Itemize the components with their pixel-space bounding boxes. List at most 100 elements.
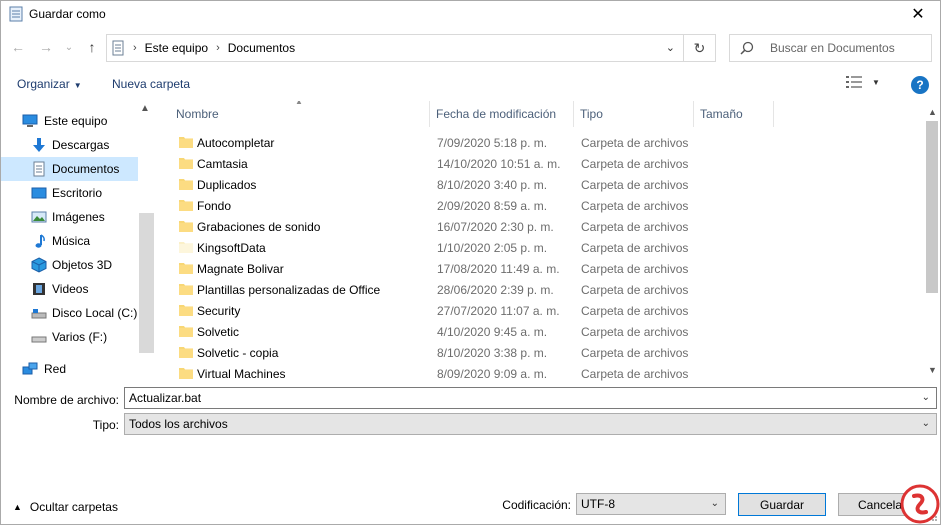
file-type: Carpeta de archivos [581, 303, 689, 318]
sidebar-item-label: Descargas [52, 138, 110, 152]
back-button[interactable]: ← [9, 38, 27, 56]
navigation-bar: ← → ⌄ ↑ › Este equipo › Documentos ⌄ ↻ [1, 32, 940, 64]
table-row[interactable]: Magnate Bolivar 17/08/2020 11:49 a. m. Car… [164, 258, 924, 279]
file-type: Carpeta de archivos [581, 324, 689, 339]
folder-icon [179, 326, 193, 337]
chevron-down-icon: ⌄ [710, 498, 719, 509]
table-row[interactable]: KingsoftData 1/10/2020 2:05 p. m. Carpeta … [164, 237, 924, 258]
file-date: 7/09/2020 5:18 p. m. [437, 135, 548, 150]
address-bar[interactable]: › Este equipo › Documentos ⌄ [106, 34, 684, 62]
drive-icon [31, 309, 47, 319]
new-folder-button[interactable]: Nueva carpeta [112, 77, 190, 91]
file-type: Carpeta de archivos [581, 261, 689, 276]
file-type: Carpeta de archivos [581, 240, 689, 255]
search-box[interactable] [729, 34, 932, 62]
pictures-icon [31, 211, 47, 223]
search-input[interactable] [770, 41, 930, 55]
window-title: Guardar como [29, 7, 106, 21]
chevron-down-icon: ⌄ [64, 41, 74, 53]
resize-grip-icon[interactable] [928, 512, 938, 522]
sidebar-scrollbar[interactable] [139, 213, 154, 353]
sidebar-item-desktop[interactable]: Escritorio [1, 181, 138, 205]
hide-folders-label: Ocultar carpetas [29, 500, 118, 514]
scroll-up-icon[interactable]: ▲ [928, 107, 937, 117]
file-date: 8/10/2020 3:38 p. m. [437, 345, 548, 360]
close-button[interactable]: ✕ [896, 1, 940, 27]
encoding-label: Codificación: [502, 498, 571, 512]
file-list-scrollbar[interactable]: ▲ ▼ [924, 101, 940, 383]
breadcrumb-documents[interactable]: Documentos [228, 41, 295, 55]
table-row[interactable]: Solvetic - copia 8/10/2020 3:38 p. m. Carp… [164, 342, 924, 363]
table-row[interactable]: Plantillas personalizadas de Office 28/06… [164, 279, 924, 300]
encoding-select[interactable]: UTF-8 ⌄ [576, 493, 726, 515]
file-date: 1/10/2020 2:05 p. m. [437, 240, 548, 255]
command-toolbar: Organizar ▼ Nueva carpeta ▼ ? [1, 72, 940, 98]
save-button[interactable]: Guardar [738, 493, 826, 516]
table-row[interactable]: Autocompletar 7/09/2020 5:18 p. m. Carpeta… [164, 132, 924, 153]
sidebar-item-downloads[interactable]: Descargas [1, 133, 138, 157]
filename-field[interactable]: Actualizar.bat ⌄ [124, 387, 937, 409]
recent-locations-button[interactable]: ⌄ [63, 38, 75, 56]
breadcrumb-separator: › [133, 42, 137, 54]
objects3d-icon [31, 257, 47, 273]
file-name: Autocompletar [197, 135, 275, 150]
column-header-date[interactable]: Fecha de modificación [430, 101, 574, 127]
sidebar-item-this-pc[interactable]: Este equipo [1, 109, 138, 133]
close-icon: ✕ [911, 6, 925, 23]
column-header-type[interactable]: Tipo [574, 101, 694, 127]
folder-icon [179, 368, 193, 379]
table-row[interactable]: Duplicados 8/10/2020 3:40 p. m. Carpeta de… [164, 174, 924, 195]
up-button[interactable]: ↑ [83, 38, 101, 56]
file-date: 8/10/2020 3:40 p. m. [437, 177, 548, 192]
sidebar-item-videos[interactable]: Videos [1, 277, 138, 301]
search-icon [740, 41, 754, 55]
file-type: Carpeta de archivos [581, 135, 689, 150]
table-row[interactable]: Camtasia 14/10/2020 10:51 a. m. Carpeta de… [164, 153, 924, 174]
encoding-value: UTF-8 [581, 497, 615, 511]
notepad-icon [9, 6, 23, 22]
scroll-up-icon[interactable]: ▲ [140, 103, 150, 114]
table-row[interactable]: Security 27/07/2020 11:07 a. m. Carpeta de… [164, 300, 924, 321]
refresh-button[interactable]: ↻ [684, 34, 716, 62]
breadcrumb-this-pc[interactable]: Este equipo [145, 41, 208, 55]
sidebar-item-documents[interactable]: Documentos [1, 157, 138, 181]
address-dropdown-icon[interactable]: ⌄ [666, 41, 675, 54]
sidebar-item-local-disk[interactable]: Disco Local (C:) [1, 301, 138, 325]
chevron-down-icon[interactable]: ⌄ [922, 392, 930, 403]
scrollbar-thumb[interactable] [926, 121, 938, 293]
file-date: 2/09/2020 8:59 a. m. [437, 198, 548, 213]
sidebar-item-label: Varios (F:) [52, 330, 108, 344]
sidebar-item-music[interactable]: Música [1, 229, 138, 253]
table-row[interactable]: Fondo 2/09/2020 8:59 a. m. Carpeta de arch… [164, 195, 924, 216]
sidebar-item-label: Objetos 3D [52, 258, 113, 272]
table-row[interactable]: Solvetic 4/10/2020 9:45 a. m. Carpeta de a… [164, 321, 924, 342]
drive-icon [31, 336, 47, 343]
scroll-down-icon[interactable]: ▼ [928, 365, 937, 375]
forward-button[interactable]: → [37, 38, 55, 56]
sidebar-item-label: Escritorio [52, 186, 103, 200]
column-header-label: Tipo [580, 107, 603, 121]
folder-icon [179, 347, 193, 358]
file-type-select[interactable]: Todos los archivos ⌄ [124, 413, 937, 435]
table-row[interactable]: Grabaciones de sonido 16/07/2020 2:30 p. … [164, 216, 924, 237]
file-type: Carpeta de archivos [581, 366, 689, 381]
sidebar-item-pictures[interactable]: Imágenes [1, 205, 138, 229]
organize-menu[interactable]: Organizar ▼ [17, 77, 82, 91]
sidebar-item-label: Red [44, 362, 67, 376]
file-type-value: Todos los archivos [129, 417, 228, 431]
file-type-label: Tipo: [92, 418, 119, 432]
column-header-name[interactable]: Nombre [170, 101, 430, 127]
column-header-size[interactable]: Tamaño [694, 101, 774, 127]
sidebar-item-network[interactable]: Red [1, 357, 138, 381]
sidebar-item-3d-objects[interactable]: Objetos 3D [1, 253, 138, 277]
table-row[interactable]: Virtual Machines 8/09/2020 9:09 a. m. Carp… [164, 363, 924, 383]
file-list: ▲ Nombre Fecha de modificación Tipo Tama… [164, 101, 940, 383]
column-header-label: Nombre [176, 107, 219, 121]
filename-label: Nombre de archivo: [14, 393, 119, 407]
view-options-button[interactable]: ▼ [846, 76, 880, 88]
file-date: 16/07/2020 2:30 p. m. [437, 219, 554, 234]
help-button[interactable]: ? [911, 76, 929, 94]
up-arrow-icon: ↑ [88, 39, 96, 55]
sidebar-item-varios-drive[interactable]: Varios (F:) [1, 325, 138, 349]
hide-folders-toggle[interactable]: ▲ Ocultar carpetas [13, 500, 118, 514]
